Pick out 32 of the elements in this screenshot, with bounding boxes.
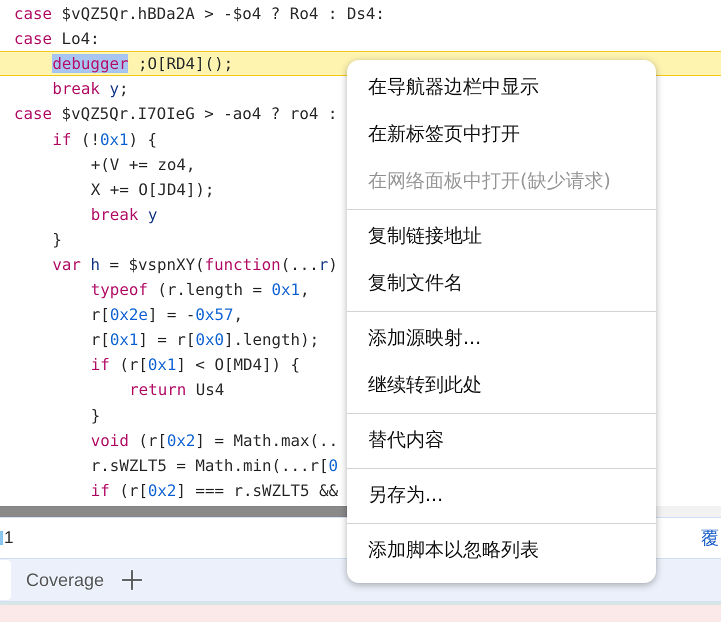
- code-line: var h = $vspnXY(function(...r): [51, 254, 339, 276]
- menu-item[interactable]: 复制文件名: [347, 260, 656, 307]
- cursor-position: 1: [4, 528, 14, 548]
- coverage-link[interactable]: 覆: [701, 526, 719, 550]
- code-line: break y: [90, 204, 158, 226]
- code-line: void (r[0x2] = Math.max(..: [90, 430, 340, 452]
- menu-item[interactable]: 替代内容: [347, 417, 656, 464]
- code-line: case $vQZ5Qr.I7OIeG > -ao4 ? ro4 :: [13, 103, 338, 126]
- add-tab-icon[interactable]: [121, 569, 144, 591]
- menu-item[interactable]: 复制链接地址: [347, 213, 656, 260]
- menu-item[interactable]: 在新标签页中打开: [347, 111, 656, 158]
- code-line: X += O[JD4]);: [90, 178, 216, 201]
- menu-item[interactable]: 另存为...: [347, 472, 656, 519]
- code-line: typeof (r.length = 0x1,: [90, 279, 311, 302]
- code-line: }: [90, 404, 102, 427]
- menu-item[interactable]: 添加脚本以忽略列表: [347, 527, 656, 574]
- cursor-marker-icon: [0, 531, 3, 545]
- code-line: r.sWZLT5 = Math.min(...r[0: [90, 454, 340, 477]
- code-line: case Lo4:: [13, 28, 101, 50]
- code-line: }: [51, 228, 63, 251]
- code-line: return Us4: [128, 379, 226, 402]
- code-line: +(V += zo4,: [90, 154, 196, 176]
- code-line: if (r[0x2] === r.sWZLT5 &&: [90, 480, 340, 502]
- code-line: case $vQZ5Qr.hBDa2A > -$o4 ? Ro4 : Ds4:: [13, 3, 386, 26]
- code-line: if (!0x1) {: [51, 128, 158, 151]
- code-line: r[0x1] = r[0x0].length);: [90, 329, 320, 352]
- menu-item[interactable]: 添加源映射...: [347, 315, 656, 362]
- code-line: break y;: [51, 78, 130, 100]
- drawer-tab[interactable]: Coverage: [11, 560, 120, 600]
- menu-item[interactable]: 继续转到此处: [347, 362, 656, 409]
- code-line: r[0x2e] = -0x57,: [90, 304, 244, 326]
- code-line: if (r[0x1] < O[MD4]) {: [90, 354, 302, 376]
